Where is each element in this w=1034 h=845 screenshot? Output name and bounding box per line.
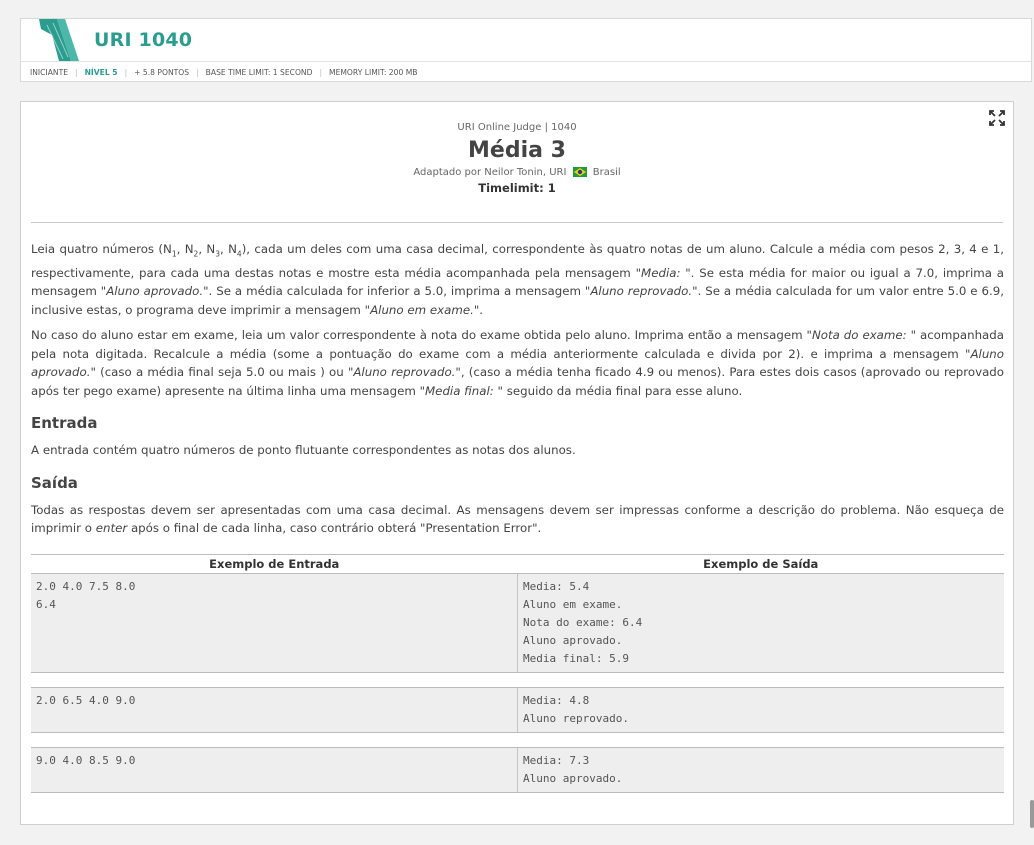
examples-table: Exemplo de Entrada Exemplo de Saída 2.0 … (31, 554, 1004, 793)
output-section-title: Saída (31, 473, 78, 492)
judge-line: URI Online Judge | 1040 (457, 122, 577, 133)
example-output: Media: 4.8 Aluno reprovado. (517, 688, 1004, 732)
example-input-header: Exemplo de Entrada (209, 557, 340, 571)
author-country: Brasil (592, 167, 621, 178)
points-label: + 5.8 PONTOS (134, 68, 190, 77)
page-title: Média 3 (468, 138, 566, 163)
output-description: Todas as respostas devem ser apresentada… (31, 502, 1004, 536)
examples-header: Exemplo de Entrada Exemplo de Saída (31, 554, 1004, 574)
scrollbar-thumb[interactable] (1030, 800, 1034, 828)
example-row: 2.0 4.0 7.5 8.0 6.4 Media: 5.4 Aluno em … (31, 574, 1004, 673)
example-input: 2.0 6.5 4.0 9.0 (36, 694, 136, 707)
example-row: 2.0 6.5 4.0 9.0 Media: 4.8 Aluno reprova… (31, 688, 1004, 733)
problem-heading: URI Online Judge | 1040 Média 3 Adaptado… (21, 122, 1013, 195)
brazil-flag-icon (572, 167, 587, 177)
example-input: 9.0 4.0 8.5 9.0 (36, 754, 136, 767)
problem-header: URI 1040 INICIANTE | NÍVEL 5 | + 5.8 PON… (20, 18, 1032, 82)
level-badge-icon (39, 19, 79, 61)
example-input: 2.0 4.0 7.5 8.0 6.4 (36, 580, 136, 611)
category-label[interactable]: INICIANTE (30, 68, 68, 77)
description-paragraph: No caso do aluno estar em exame, leia um… (31, 328, 1005, 398)
author-line: Adaptado por Neilor Tonin, URI Brasil (21, 167, 1013, 178)
problem-statement-card: URI Online Judge | 1040 Média 3 Adaptado… (20, 101, 1014, 825)
example-row: 9.0 4.0 8.5 9.0 Media: 7.3 Aluno aprovad… (31, 748, 1004, 793)
time-limit-label: BASE TIME LIMIT: 1 SECOND (205, 68, 313, 77)
problem-description: Leia quatro números (N1, N2, N3, N4), ca… (31, 240, 1004, 545)
memory-limit-label: MEMORY LIMIT: 200 MB (329, 68, 418, 77)
level-label: NÍVEL 5 (84, 68, 118, 77)
problem-meta-bar: INICIANTE | NÍVEL 5 | + 5.8 PONTOS | BAS… (21, 61, 1031, 83)
example-output-header: Exemplo de Saída (703, 557, 819, 571)
input-section-title: Entrada (31, 414, 98, 433)
example-output: Media: 7.3 Aluno aprovado. (517, 748, 1004, 792)
input-description: A entrada contém quatro números de ponto… (31, 443, 576, 458)
author-name: Adaptado por Neilor Tonin, URI (413, 167, 567, 178)
problem-code-title: URI 1040 (94, 29, 193, 51)
example-output: Media: 5.4 Aluno em exame. Nota do exame… (517, 574, 1004, 672)
description-paragraph: Leia quatro números (N1, N2, N3, N4), ca… (31, 242, 1004, 317)
divider (31, 222, 1003, 223)
timelimit-label: Timelimit: 1 (478, 181, 556, 195)
